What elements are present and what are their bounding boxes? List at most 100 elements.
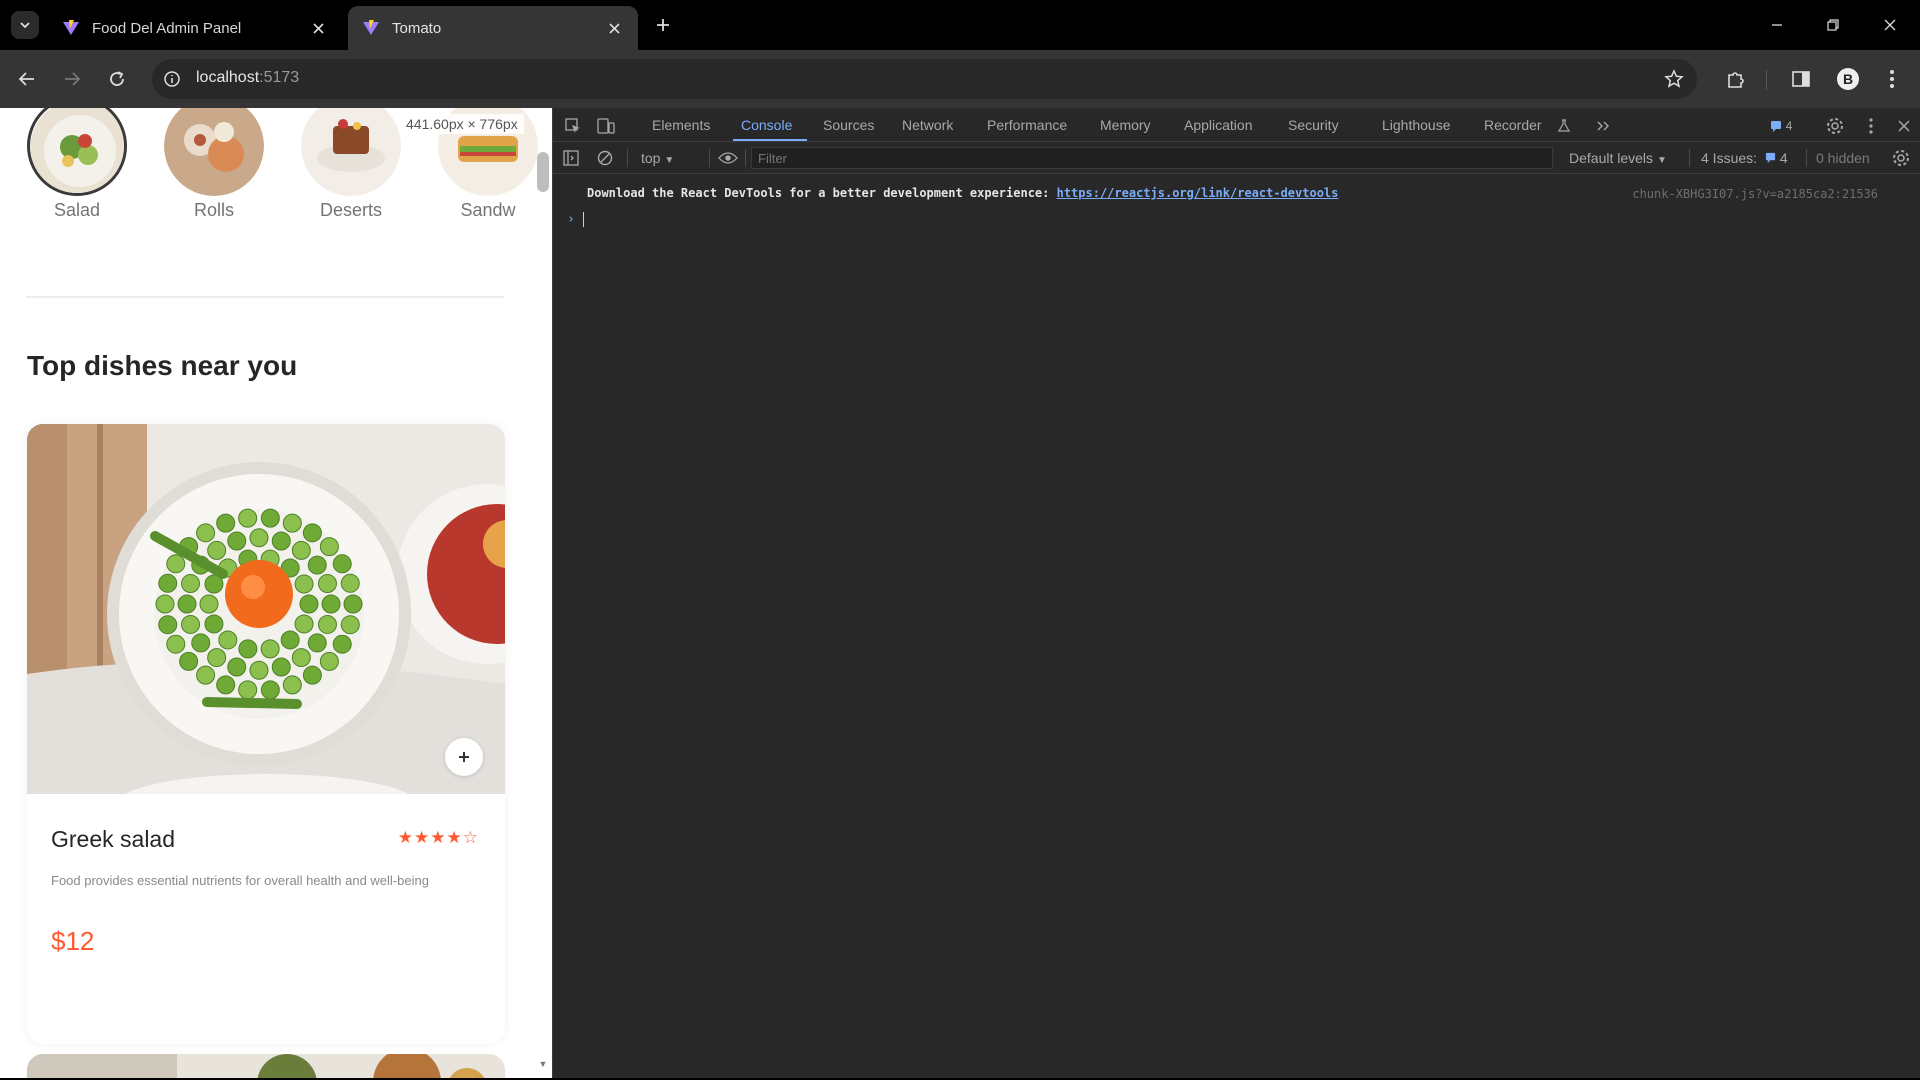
console-settings-gear-icon[interactable]: [1891, 148, 1911, 168]
side-panel-icon: [1792, 71, 1810, 87]
devtools-tab-elements[interactable]: Elements: [652, 117, 710, 133]
browser-window: Food Del Admin Panel Tomato localhost:51…: [0, 0, 1920, 1080]
toolbar-divider: [709, 149, 710, 167]
forward-button[interactable]: [58, 65, 86, 93]
bookmark-star-icon[interactable]: [1663, 68, 1685, 90]
toolbar-divider: [1766, 70, 1767, 90]
devtools-tab-memory[interactable]: Memory: [1100, 117, 1151, 133]
tab-tomato[interactable]: Tomato: [348, 6, 638, 50]
messages-count-badge[interactable]: 4: [1764, 116, 1798, 136]
category-deserts[interactable]: Deserts: [301, 108, 401, 220]
close-window-button[interactable]: [1877, 12, 1903, 38]
active-tab-indicator: [733, 139, 807, 141]
restore-icon: [1827, 19, 1839, 31]
inspect-element-icon[interactable]: [563, 116, 583, 136]
salad-image: [27, 108, 127, 196]
console-toolbar: top ▼ Default levels ▼ 4 Issues: 4 0 hid…: [553, 142, 1920, 174]
reload-button[interactable]: [103, 65, 131, 93]
food-image: [27, 1054, 505, 1078]
devtools-tab-performance[interactable]: Performance: [987, 117, 1067, 133]
food-description: Food provides essential nutrients for ov…: [51, 873, 429, 888]
chevron-down-icon: [20, 22, 30, 29]
address-bar[interactable]: localhost:5173: [152, 59, 1697, 99]
devtools-tab-security[interactable]: Security: [1288, 117, 1339, 133]
toolbar-divider: [1806, 149, 1807, 167]
restore-button[interactable]: [1820, 12, 1846, 38]
profile-icon: B: [1837, 68, 1859, 90]
devtools-tab-sources[interactable]: Sources: [823, 117, 874, 133]
category-label: Deserts: [319, 200, 382, 220]
site-info-icon[interactable]: [162, 69, 182, 89]
devtools-tab-lighthouse[interactable]: Lighthouse: [1382, 117, 1451, 133]
close-tab-icon[interactable]: [308, 18, 328, 38]
live-expression-eye-icon[interactable]: [718, 148, 738, 168]
console-message-source-link[interactable]: chunk-XBHG3I07.js?v=a2185ca2:21536: [1632, 187, 1878, 201]
devtools-tab-recorder[interactable]: Recorder: [1484, 117, 1542, 133]
toolbar-divider: [745, 149, 746, 167]
flask-icon: [1554, 116, 1574, 136]
plus-icon: [459, 752, 469, 762]
device-toolbar-icon[interactable]: [596, 116, 616, 136]
reload-icon: [110, 71, 124, 86]
new-tab-button[interactable]: [650, 12, 676, 38]
tab-admin-panel[interactable]: Food Del Admin Panel: [48, 6, 342, 50]
scrollbar-thumb[interactable]: [537, 152, 549, 192]
close-devtools-icon[interactable]: [1894, 116, 1914, 136]
profile-avatar[interactable]: B: [1834, 65, 1862, 93]
vite-favicon-icon: [63, 20, 79, 35]
context-selector[interactable]: top ▼: [641, 150, 674, 166]
message-icon: [1765, 152, 1776, 163]
kebab-menu-icon: [1890, 70, 1894, 88]
arrow-left-icon: [18, 72, 34, 86]
tab-title: Food Del Admin Panel: [92, 19, 242, 37]
back-button[interactable]: [13, 65, 41, 93]
devtools-tab-network[interactable]: Network: [902, 117, 953, 133]
minimize-button[interactable]: [1764, 12, 1790, 38]
tab-strip: Food Del Admin Panel Tomato: [0, 0, 1920, 50]
issues-counter[interactable]: 4 Issues: 4: [1701, 150, 1788, 166]
devtools-panel: Elements Console Sources Network Perform…: [552, 108, 1920, 1078]
minimize-icon: [1772, 24, 1782, 26]
rating-stars-icon: ★★★★☆: [397, 828, 479, 847]
puzzle-icon: [1728, 72, 1744, 88]
devtools-menu-icon[interactable]: [1861, 116, 1881, 136]
category-label: Sandw: [460, 200, 516, 220]
category-salad[interactable]: Salad: [27, 108, 127, 220]
arrow-right-icon: [65, 72, 81, 86]
category-label: Rolls: [193, 200, 234, 220]
toolbar-divider: [627, 149, 628, 167]
browser-menu-button[interactable]: [1878, 65, 1906, 93]
console-filter-input[interactable]: [751, 147, 1553, 169]
scroll-down-icon[interactable]: ▼: [537, 1058, 549, 1070]
extensions-button[interactable]: [1722, 65, 1750, 93]
devtools-tab-console[interactable]: Console: [741, 117, 792, 133]
food-card[interactable]: [27, 1054, 505, 1078]
tab-search-button[interactable]: [11, 11, 39, 39]
close-tab-icon[interactable]: [604, 18, 624, 38]
food-card[interactable]: Greek salad ★★★★☆ Food provides essentia…: [27, 424, 505, 1044]
log-levels-dropdown[interactable]: Default levels ▼: [1569, 150, 1667, 166]
console-message: Download the React DevTools for a better…: [587, 186, 1339, 200]
devtools-tab-application[interactable]: Application: [1184, 117, 1253, 133]
console-sidebar-icon[interactable]: [561, 148, 581, 168]
message-icon: [1770, 121, 1781, 132]
console-input-caret[interactable]: [583, 212, 584, 227]
page-scrollbar[interactable]: ▼: [537, 148, 549, 1070]
viewport-dimensions-overlay: 441.60px × 776px: [400, 114, 524, 134]
clear-console-icon[interactable]: [595, 148, 615, 168]
add-to-cart-button[interactable]: [445, 738, 483, 776]
toolbar-divider: [1689, 149, 1690, 167]
category-rolls[interactable]: Rolls: [164, 108, 264, 220]
more-tabs-icon[interactable]: [1593, 116, 1613, 136]
hidden-messages-count: 0 hidden: [1816, 150, 1870, 166]
plus-icon: [657, 19, 669, 31]
page-viewport: Salad Rolls Deserts Sandw 441.60px × 776…: [0, 108, 552, 1078]
tab-title: Tomato: [392, 19, 442, 37]
settings-gear-icon[interactable]: [1825, 116, 1845, 136]
vite-favicon-icon: [363, 20, 379, 35]
side-panel-button[interactable]: [1787, 65, 1815, 93]
console-prompt-icon: ›: [567, 212, 575, 227]
react-devtools-link[interactable]: https://reactjs.org/link/react-devtools: [1057, 186, 1339, 200]
svg-text:B: B: [1843, 71, 1853, 87]
section-title: Top dishes near you: [27, 350, 298, 381]
